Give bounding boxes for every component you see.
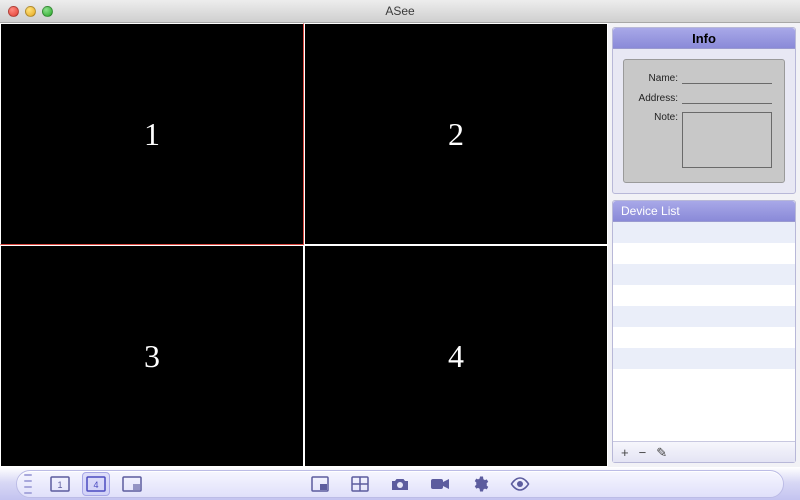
edit-device-button[interactable]: ✎ (656, 446, 667, 459)
bottom-toolbar: 1 4 (0, 467, 800, 500)
info-panel: Info Name: Address: Note: (612, 27, 796, 194)
video-grid: 1 2 3 4 (0, 23, 608, 467)
info-panel-title: Info (613, 28, 795, 49)
list-item[interactable] (613, 327, 795, 348)
window-title: ASee (0, 4, 800, 18)
video-cell-1[interactable]: 1 (0, 23, 304, 245)
window-controls (8, 6, 53, 17)
device-list-panel: Device List + − ✎ (612, 200, 796, 463)
titlebar: ASee (0, 0, 800, 23)
video-cell-2[interactable]: 2 (304, 23, 608, 245)
remove-device-button[interactable]: − (639, 446, 647, 459)
fullscreen-button[interactable] (118, 472, 146, 496)
list-item[interactable] (613, 348, 795, 369)
list-item[interactable] (613, 264, 795, 285)
layout-buttons: 1 4 (46, 472, 146, 496)
name-field[interactable] (682, 72, 772, 84)
gear-icon (471, 475, 489, 493)
cell-label: 4 (448, 338, 464, 375)
list-item[interactable] (613, 243, 795, 264)
svg-text:1: 1 (57, 480, 62, 490)
svg-text:4: 4 (93, 480, 98, 490)
info-card: Name: Address: Note: (623, 59, 785, 183)
minimize-window-button[interactable] (25, 6, 36, 17)
layout-1-button[interactable]: 1 (46, 472, 74, 496)
video-cell-3[interactable]: 3 (0, 245, 304, 467)
single-view-icon: 1 (50, 476, 70, 492)
zoom-window-button[interactable] (42, 6, 53, 17)
address-field[interactable] (682, 92, 772, 104)
tool-buttons (306, 472, 534, 496)
add-device-button[interactable]: + (621, 446, 629, 459)
camera-icon (390, 476, 410, 492)
toolbar-grip (24, 474, 32, 494)
pip-icon (311, 476, 329, 492)
settings-button[interactable] (466, 472, 494, 496)
list-item[interactable] (613, 222, 795, 243)
device-list[interactable] (613, 222, 795, 441)
cell-label: 3 (144, 338, 160, 375)
preview-button[interactable] (506, 472, 534, 496)
video-cell-4[interactable]: 4 (304, 245, 608, 467)
snapshot-button[interactable] (386, 472, 414, 496)
video-icon (430, 477, 450, 491)
name-label: Name: (636, 73, 678, 84)
layout-4-button[interactable]: 4 (82, 472, 110, 496)
cell-label: 2 (448, 116, 464, 153)
list-item[interactable] (613, 306, 795, 327)
address-label: Address: (636, 93, 678, 104)
list-item[interactable] (613, 285, 795, 306)
note-label: Note: (636, 112, 678, 123)
side-panels: Info Name: Address: Note: (608, 23, 800, 467)
device-list-footer: + − ✎ (613, 441, 795, 462)
pip-button[interactable] (306, 472, 334, 496)
note-field[interactable] (682, 112, 772, 168)
device-list-title: Device List (613, 201, 795, 222)
quad-view-icon: 4 (86, 476, 106, 492)
fullscreen-icon (122, 476, 142, 492)
multiview-button[interactable] (346, 472, 374, 496)
cell-label: 1 (144, 116, 160, 153)
list-item[interactable] (613, 369, 795, 390)
record-button[interactable] (426, 472, 454, 496)
content-area: 1 2 3 4 Info Name: Address: N (0, 23, 800, 467)
eye-icon (510, 477, 530, 491)
info-body: Name: Address: Note: (613, 49, 795, 193)
grid-icon (351, 476, 369, 492)
close-window-button[interactable] (8, 6, 19, 17)
